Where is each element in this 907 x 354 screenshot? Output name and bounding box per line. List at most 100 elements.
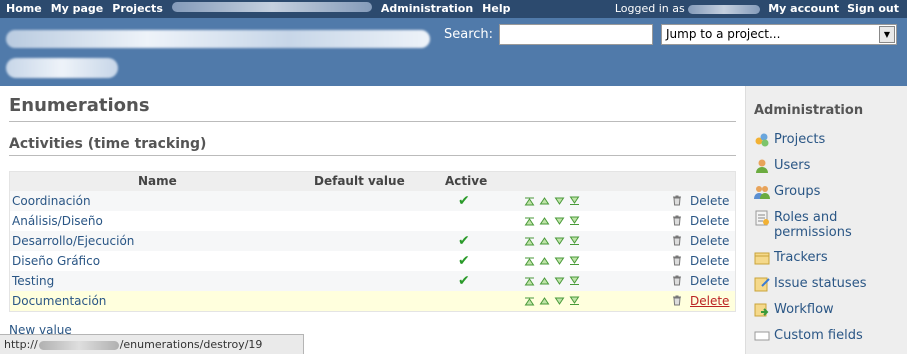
move-down-icon[interactable] — [554, 216, 565, 226]
trash-icon[interactable] — [672, 255, 682, 266]
delete-link[interactable]: Delete — [690, 234, 729, 248]
reorder-controls — [524, 236, 580, 246]
trash-icon[interactable] — [672, 195, 682, 206]
project-jump-value: Jump to a project... — [666, 27, 781, 41]
sidebar-item-custom-fields[interactable]: Custom fields — [754, 328, 904, 344]
sidebar: Administration Projects Users Groups Rol… — [745, 86, 907, 354]
group-icon — [754, 186, 770, 199]
delete-link[interactable]: Delete — [690, 294, 729, 308]
row-name-link[interactable]: Análisis/Diseño — [12, 214, 103, 228]
row-name-link[interactable]: Coordinación — [12, 194, 91, 208]
active-check-icon: ✔ — [458, 273, 470, 289]
status-url-prefix: http:// — [4, 338, 38, 351]
sidebar-item-label: Trackers — [774, 250, 828, 265]
move-bottom-icon[interactable] — [569, 256, 580, 266]
move-bottom-icon[interactable] — [569, 196, 580, 206]
delete-link[interactable]: Delete — [690, 274, 729, 288]
row-name-link[interactable]: Diseño Gráfico — [12, 254, 100, 268]
move-bottom-icon[interactable] — [569, 236, 580, 246]
move-bottom-icon[interactable] — [569, 276, 580, 286]
sidebar-item-label: Groups — [774, 184, 821, 199]
sidebar-item-roles[interactable]: Roles and permissions — [754, 210, 904, 240]
reorder-controls — [524, 216, 580, 226]
move-top-icon[interactable] — [524, 216, 535, 226]
move-up-icon[interactable] — [539, 256, 550, 266]
move-bottom-icon[interactable] — [569, 216, 580, 226]
logged-in-label: Logged in as — [614, 2, 761, 15]
redacted-username — [688, 4, 761, 14]
sidebar-item-label: Projects — [774, 132, 826, 147]
column-header-active: Active — [445, 174, 488, 188]
user-icon — [756, 159, 768, 173]
reorder-controls — [524, 196, 580, 206]
move-up-icon[interactable] — [539, 276, 550, 286]
menu-projects[interactable]: Projects — [112, 2, 163, 15]
trash-icon[interactable] — [672, 215, 682, 226]
sidebar-item-users[interactable]: Users — [754, 158, 904, 174]
reorder-controls — [524, 296, 580, 306]
active-check-icon: ✔ — [458, 193, 470, 209]
move-down-icon[interactable] — [554, 276, 565, 286]
sidebar-item-issue-statuses[interactable]: Issue statuses — [754, 276, 904, 292]
title-divider — [9, 121, 736, 122]
sidebar-item-groups[interactable]: Groups — [754, 184, 904, 200]
delete-link[interactable]: Delete — [690, 254, 729, 268]
section-title: Activities (time tracking) — [9, 136, 207, 152]
table-row: Documentación Delete — [10, 291, 735, 311]
delete-link[interactable]: Delete — [690, 214, 729, 228]
move-up-icon[interactable] — [539, 216, 550, 226]
workflow-icon — [754, 303, 769, 317]
move-top-icon[interactable] — [524, 276, 535, 286]
tracker-icon — [754, 252, 770, 265]
logged-in-prefix: Logged in as — [614, 2, 685, 15]
move-down-icon[interactable] — [554, 256, 565, 266]
table-row: Diseño Gráfico ✔ Delete — [10, 251, 735, 271]
move-top-icon[interactable] — [524, 256, 535, 266]
move-down-icon[interactable] — [554, 296, 565, 306]
move-bottom-icon[interactable] — [569, 296, 580, 306]
redacted-site-title — [6, 30, 430, 48]
top-menu: Home My page Projects Administration Hel… — [0, 0, 907, 18]
row-name-link[interactable]: Testing — [12, 274, 54, 288]
menu-administration[interactable]: Administration — [381, 2, 473, 15]
redacted-site-subtitle — [6, 58, 118, 78]
row-name-link[interactable]: Documentación — [12, 294, 106, 308]
trash-icon[interactable] — [672, 295, 682, 306]
menu-help[interactable]: Help — [482, 2, 510, 15]
menu-home[interactable]: Home — [6, 2, 42, 15]
search-input[interactable] — [499, 24, 653, 45]
row-name-link[interactable]: Desarrollo/Ejecución — [12, 234, 134, 248]
table-row: Coordinación ✔ Delete — [10, 191, 735, 211]
sidebar-item-workflow[interactable]: Workflow — [754, 302, 904, 318]
sidebar-item-trackers[interactable]: Trackers — [754, 250, 904, 266]
move-down-icon[interactable] — [554, 196, 565, 206]
table-header: Name Default value Active — [10, 172, 735, 191]
project-jump-select[interactable]: Jump to a project... ▼ — [661, 24, 897, 45]
trash-icon[interactable] — [672, 275, 682, 286]
move-top-icon[interactable] — [524, 296, 535, 306]
reorder-controls — [524, 256, 580, 266]
sidebar-item-projects[interactable]: Projects — [754, 132, 904, 148]
delete-link[interactable]: Delete — [690, 194, 729, 208]
page-title: Enumerations — [9, 95, 150, 116]
my-account-link[interactable]: My account — [768, 2, 839, 15]
dropdown-arrow-icon[interactable]: ▼ — [879, 26, 895, 43]
move-top-icon[interactable] — [524, 236, 535, 246]
enumerations-table: Name Default value Active Coordinación ✔… — [9, 171, 736, 312]
issue-status-icon — [754, 277, 770, 292]
move-up-icon[interactable] — [539, 296, 550, 306]
active-check-icon: ✔ — [458, 233, 470, 249]
move-up-icon[interactable] — [539, 236, 550, 246]
redacted-host — [38, 340, 119, 350]
sign-out-link[interactable]: Sign out — [847, 2, 899, 15]
main-content: Enumerations Activities (time tracking) … — [0, 86, 745, 354]
column-header-name: Name — [138, 174, 177, 188]
menu-my-page[interactable]: My page — [51, 2, 104, 15]
header: Search: Jump to a project... ▼ — [0, 18, 907, 86]
move-up-icon[interactable] — [539, 196, 550, 206]
move-down-icon[interactable] — [554, 236, 565, 246]
trash-icon[interactable] — [672, 235, 682, 246]
projects-icon — [755, 133, 769, 147]
move-top-icon[interactable] — [524, 196, 535, 206]
redacted-menu-item — [171, 2, 372, 12]
